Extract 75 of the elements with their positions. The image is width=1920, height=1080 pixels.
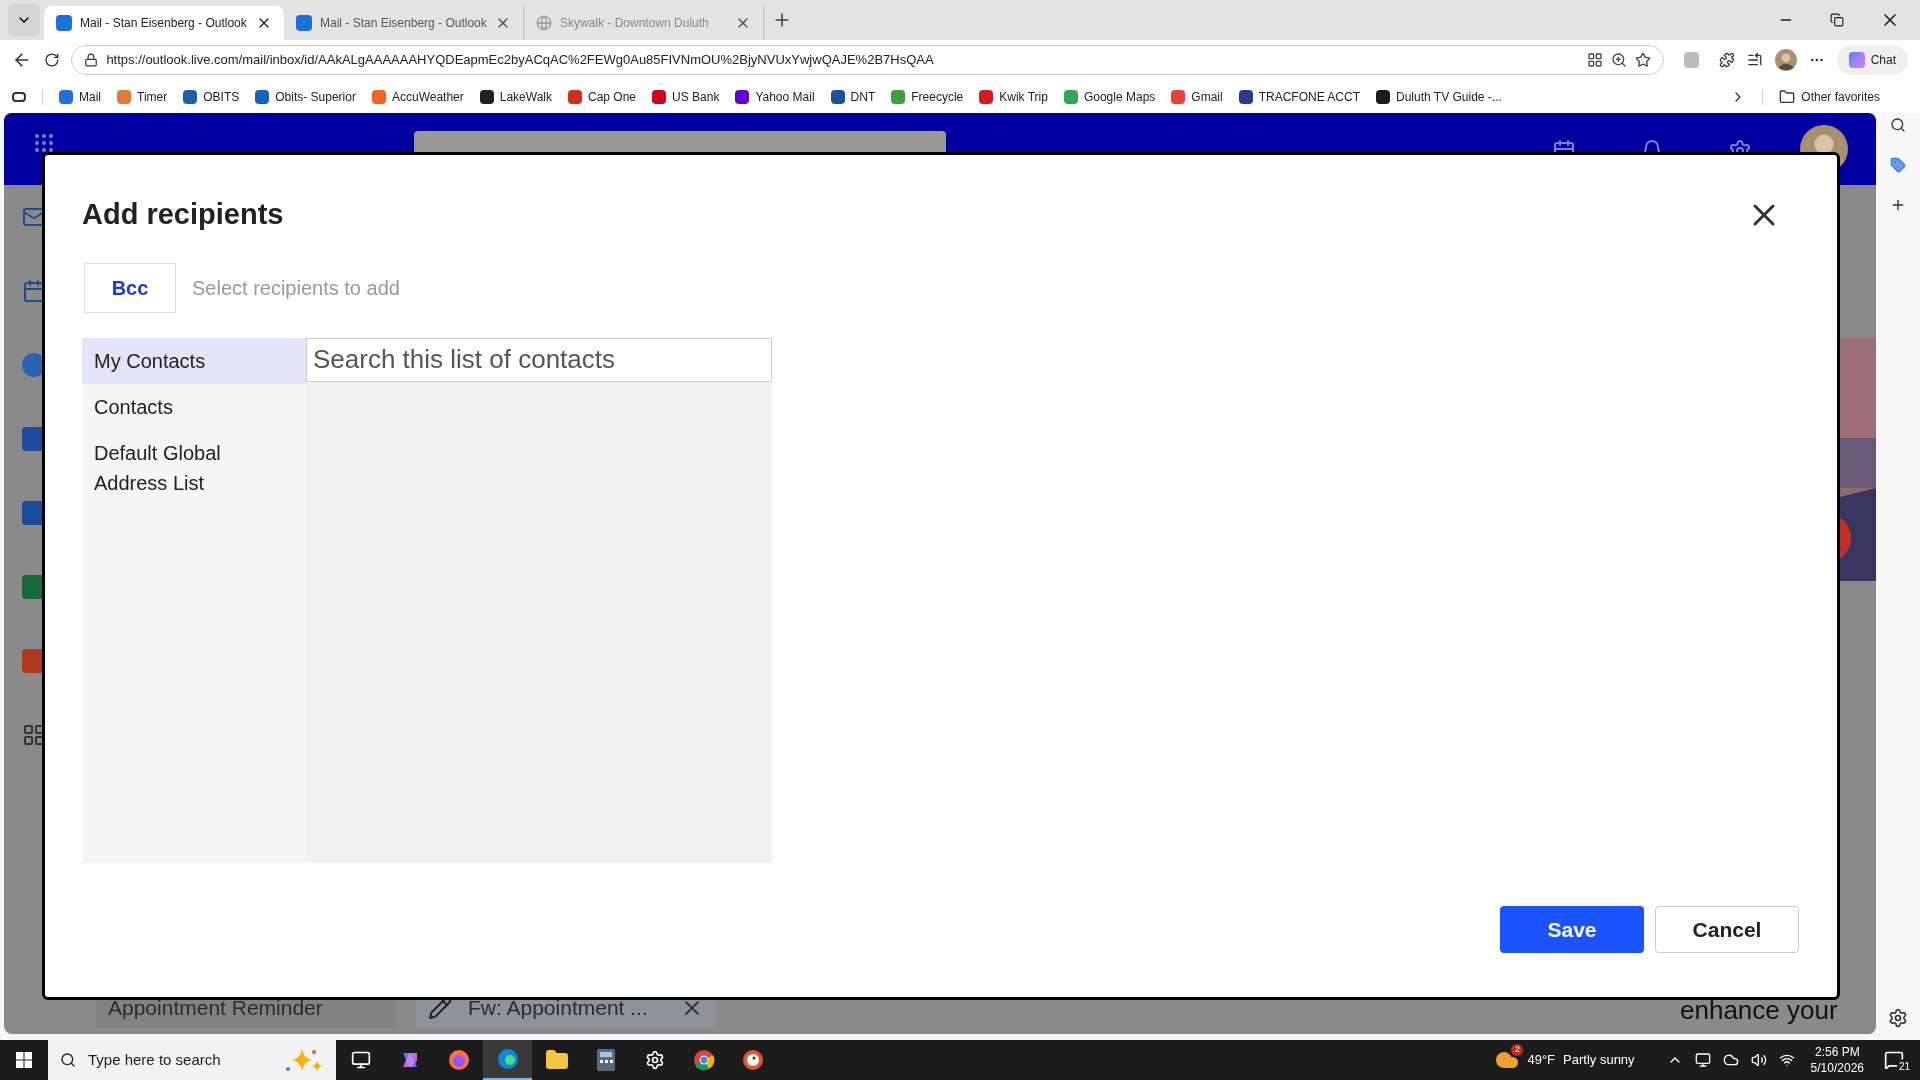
search-icon xyxy=(60,1052,76,1068)
settings-icon[interactable] xyxy=(1888,1008,1908,1028)
temperature: 49°F xyxy=(1527,1051,1556,1070)
bookmark[interactable]: Google Maps xyxy=(1063,87,1156,106)
clock[interactable]: 2:56 PM 5/10/2026 xyxy=(1810,1044,1864,1076)
firefox-icon[interactable] xyxy=(447,1049,470,1071)
taskbar-search[interactable]: Type here to search xyxy=(48,1040,336,1080)
settings-icon[interactable] xyxy=(644,1050,665,1070)
search-icon[interactable] xyxy=(1890,117,1906,133)
volume-icon[interactable] xyxy=(1750,1052,1767,1068)
favorite-icon[interactable] xyxy=(1634,52,1651,68)
bookmark[interactable]: Freecycle xyxy=(891,87,964,106)
duck-icon[interactable] xyxy=(741,1049,764,1071)
tab-list-button[interactable] xyxy=(8,4,40,36)
bookmark[interactable]: Gmail xyxy=(1171,87,1223,106)
meet-icon[interactable] xyxy=(1694,1052,1711,1068)
other-favorites[interactable]: Other favorites xyxy=(1779,87,1912,106)
zoom-icon[interactable] xyxy=(1610,52,1627,68)
sparkle-icon xyxy=(284,1047,324,1073)
bcc-button[interactable]: Bcc xyxy=(84,262,176,313)
bookmark[interactable]: Kwik Trip xyxy=(979,87,1048,106)
cloud-icon[interactable] xyxy=(1722,1052,1739,1068)
cancel-button[interactable]: Cancel xyxy=(1655,906,1799,953)
contact-list-item[interactable]: Contacts xyxy=(82,383,306,430)
chrome-icon[interactable] xyxy=(692,1049,715,1071)
copilot-icon xyxy=(1848,52,1865,68)
bookmark[interactable]: AccuWeather xyxy=(371,87,464,106)
windows-icon[interactable] xyxy=(16,1052,32,1068)
edge-icon[interactable] xyxy=(496,1048,519,1070)
reload-icon[interactable] xyxy=(43,52,60,68)
bookmark[interactable]: OBITS xyxy=(183,87,240,106)
browser-tab[interactable]: Mail - Stan Eisenberg - Outlook xyxy=(44,6,284,40)
avatar[interactable] xyxy=(1774,49,1797,71)
favorites-icon[interactable] xyxy=(1747,52,1763,68)
bookmark[interactable]: Timer xyxy=(117,87,168,106)
bookmark[interactable]: Yahoo Mail xyxy=(735,87,815,106)
contact-list-item[interactable]: My Contacts xyxy=(82,337,306,384)
contact-search-field[interactable]: Search this list of contacts xyxy=(306,337,772,382)
bookmark[interactable]: DNT xyxy=(830,87,876,106)
mail-app-icon xyxy=(56,15,72,31)
tag-icon[interactable] xyxy=(1890,157,1906,173)
lock-icon xyxy=(84,53,99,67)
taskbar-app[interactable] xyxy=(483,1040,532,1080)
bookmark[interactable]: US Bank xyxy=(652,87,720,106)
restore-icon[interactable] xyxy=(1830,13,1844,27)
collections-icon[interactable] xyxy=(12,91,26,102)
extensions-icon[interactable] xyxy=(1719,52,1736,68)
task-view-icon[interactable] xyxy=(350,1050,371,1070)
wifi-icon[interactable] xyxy=(1778,1052,1795,1068)
bookmark[interactable]: TRACFONE ACCT xyxy=(1238,87,1360,106)
bookmark[interactable]: Duluth TV Guide -... xyxy=(1376,87,1502,106)
chat-button[interactable]: Chat xyxy=(1836,45,1908,75)
app-launcher-icon[interactable] xyxy=(32,131,56,155)
url-text: https://outlook.live.com/mail/inbox/id/AAkALgAAAAAAHYQDEapmEc2byACqAC%2FEWg0Au85FIVNmOU%2BjyNVUxYwjwQAJE%2B7HsQAA xyxy=(106,51,935,70)
calculator-icon[interactable] xyxy=(596,1049,615,1071)
contact-list-item[interactable]: Default Global Address List xyxy=(82,429,306,506)
bookmark[interactable]: Mail xyxy=(59,87,101,106)
folder-icon xyxy=(1779,88,1796,105)
folder-icon[interactable] xyxy=(544,1048,569,1072)
bookmark[interactable]: Cap One xyxy=(568,87,637,106)
ad-text: enhance your xyxy=(1679,994,1839,1027)
bookmark[interactable]: Obits- Superior xyxy=(255,87,356,106)
weather-text: Partly sunny xyxy=(1563,1051,1635,1070)
globe-icon xyxy=(536,15,552,31)
weather-badge: 2 xyxy=(1511,1044,1524,1056)
recipients-field[interactable]: Select recipients to add xyxy=(192,272,1800,303)
tab-title: Mail - Stan Eisenberg - Outlook xyxy=(80,15,248,32)
tab-title: Mail - Stan Eisenberg - Outlook xyxy=(320,15,487,32)
tab-title: Skywalk - Downtown Duluth xyxy=(560,15,710,32)
bookmark[interactable]: LakeWalk xyxy=(479,87,552,106)
add-icon[interactable] xyxy=(1890,197,1906,213)
app-available-icon[interactable] xyxy=(1586,52,1603,68)
mail-app-icon xyxy=(296,15,312,31)
save-button[interactable]: Save xyxy=(1500,906,1644,953)
dialog-title: Add recipients xyxy=(82,197,284,232)
